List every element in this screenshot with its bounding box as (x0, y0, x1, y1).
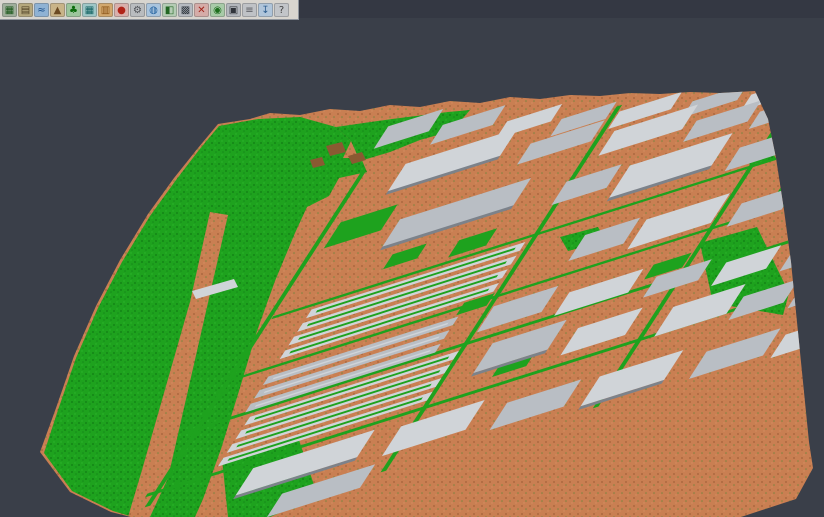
settings-icon[interactable]: ⚙ (130, 3, 145, 17)
vegetation-icon[interactable]: ♣ (66, 3, 81, 17)
globe-icon[interactable]: ◍ (146, 3, 161, 17)
mesh-icon[interactable]: ▦ (82, 3, 97, 17)
help-icon[interactable]: ? (274, 3, 289, 17)
classify-icon[interactable]: ◧ (162, 3, 177, 17)
camera-icon[interactable]: ▣ (226, 3, 241, 17)
earth-icon[interactable]: ◉ (210, 3, 225, 17)
app-window: { "app": { "name": "3d-point-cloud-viewe… (0, 0, 824, 517)
viewport-3d[interactable] (0, 0, 824, 517)
point-cloud-render (0, 0, 824, 517)
dem-icon[interactable]: ▦ (2, 3, 17, 17)
layers-icon[interactable]: ≡ (242, 3, 257, 17)
hillshade-icon[interactable]: ▲ (50, 3, 65, 17)
ortho-icon[interactable]: ▤ (18, 3, 33, 17)
record-icon[interactable]: ● (114, 3, 129, 17)
grid-icon[interactable]: ▩ (178, 3, 193, 17)
water-icon[interactable]: ≈ (34, 3, 49, 17)
export-icon[interactable]: ↧ (258, 3, 273, 17)
main-toolbar: ▦▤≈▲♣▦▥●⚙◍◧▩✕◉▣≡↧? (0, 0, 299, 20)
delete-icon[interactable]: ✕ (194, 3, 209, 17)
tiles-icon[interactable]: ▥ (98, 3, 113, 17)
